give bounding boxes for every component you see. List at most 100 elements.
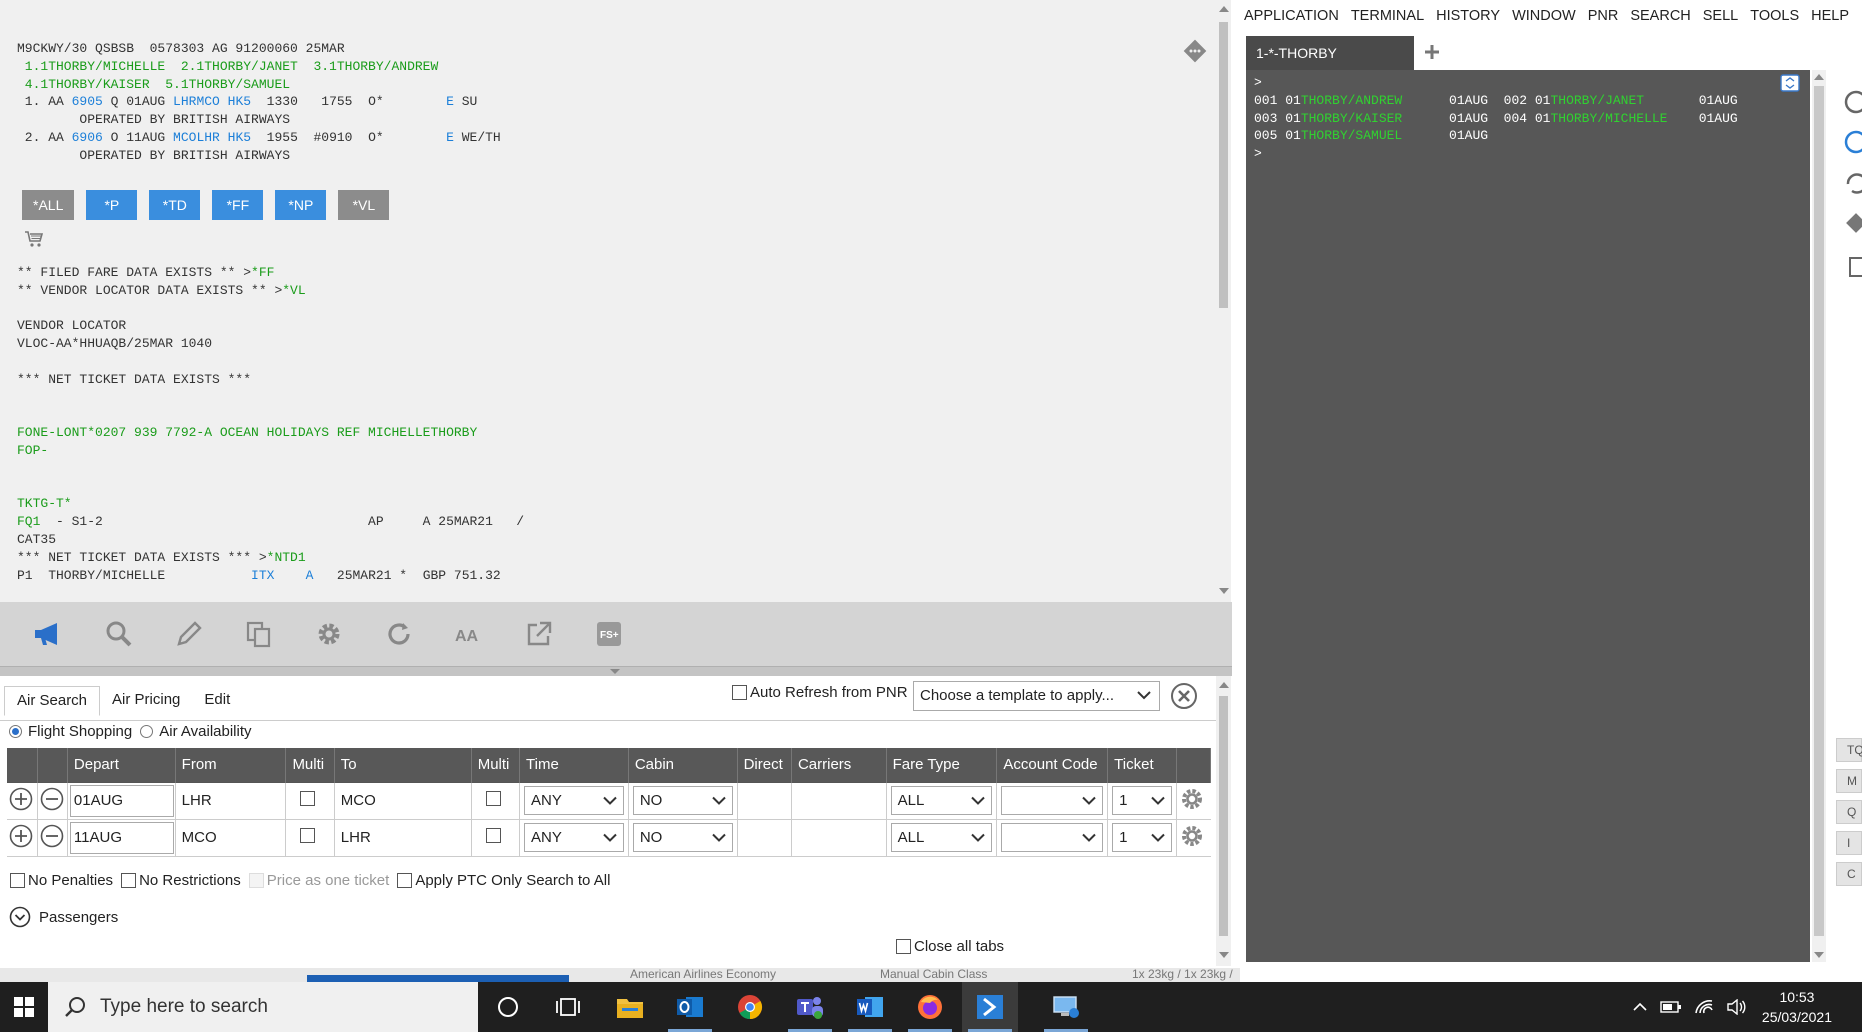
no-penalties-option[interactable]: No Penalties	[10, 872, 113, 889]
tab-air-search[interactable]: Air Search	[4, 686, 101, 716]
multi-to-checkbox[interactable]	[485, 791, 501, 806]
scroll-to-top-icon[interactable]	[1780, 74, 1800, 97]
flight-shopping-radio[interactable]	[9, 725, 22, 738]
scroll-up-arrow[interactable]	[1219, 682, 1229, 688]
multi-to-checkbox[interactable]	[485, 828, 501, 843]
left-terminal[interactable]: M9CKWY/30 QSBSB 0578303 AG 91200060 25MA…	[0, 0, 1222, 602]
remove-row-button[interactable]	[37, 819, 68, 857]
to-input[interactable]: MCO	[334, 781, 472, 820]
close-all-tabs-option[interactable]: Close all tabs	[896, 938, 1004, 955]
menu-window[interactable]: WINDOW	[1512, 8, 1576, 24]
row-settings-button[interactable]	[1176, 781, 1211, 820]
external-link-icon[interactable]	[504, 602, 574, 666]
panel-scrollbar[interactable]	[1216, 676, 1231, 966]
command-button-all[interactable]: *ALL	[22, 190, 75, 220]
carriers-input[interactable]	[791, 781, 887, 820]
chrome-icon[interactable]	[722, 982, 778, 1032]
teams-icon[interactable]	[782, 982, 838, 1032]
taskbar-search[interactable]: Type here to search	[48, 982, 478, 1032]
no-penalties-checkbox[interactable]	[10, 873, 25, 888]
document-icon[interactable]	[1849, 257, 1862, 277]
header-to[interactable]: To	[334, 748, 472, 782]
battery-icon[interactable]	[1660, 1000, 1682, 1014]
from-input[interactable]: MCO	[175, 819, 287, 857]
menu-sell[interactable]: SELL	[1703, 8, 1738, 24]
apply-ptc-option[interactable]: Apply PTC Only Search to All	[397, 872, 610, 889]
side-tab[interactable]: Q	[1836, 800, 1862, 824]
menu-tools[interactable]: TOOLS	[1750, 8, 1799, 24]
menu-application[interactable]: APPLICATION	[1244, 8, 1339, 24]
add-tab-button[interactable]	[1424, 40, 1440, 66]
ticket-select[interactable]: 1	[1112, 823, 1172, 852]
task-view-icon[interactable]	[540, 982, 596, 1032]
side-tab[interactable]: M	[1836, 769, 1862, 793]
template-select[interactable]: Choose a template to apply...	[913, 681, 1160, 711]
pencil-icon[interactable]	[154, 602, 224, 666]
menu-search[interactable]: SEARCH	[1630, 8, 1690, 24]
fs-icon[interactable]: FS+	[574, 602, 644, 666]
menu-help[interactable]: HELP	[1811, 8, 1849, 24]
header-cabin[interactable]: Cabin	[628, 748, 738, 782]
scroll-down-arrow[interactable]	[1219, 952, 1229, 958]
refresh-icon[interactable]	[364, 602, 434, 666]
account-code-select[interactable]	[1001, 786, 1104, 815]
wifi-icon[interactable]	[1694, 999, 1714, 1015]
menu-pnr[interactable]: PNR	[1588, 8, 1619, 24]
add-row-button[interactable]	[7, 781, 38, 820]
cortana-icon[interactable]	[480, 982, 536, 1032]
chevron-up-icon[interactable]	[1632, 1001, 1648, 1013]
firefox-icon[interactable]	[902, 982, 958, 1032]
command-button-vl[interactable]: *VL	[338, 190, 390, 220]
depart-input[interactable]: 01AUG	[69, 784, 174, 817]
terminal-scrollbar[interactable]	[1812, 70, 1826, 962]
remove-row-button[interactable]	[37, 781, 68, 820]
outlook-icon[interactable]	[662, 982, 718, 1032]
scroll-up-arrow[interactable]	[1219, 6, 1229, 12]
menu-terminal[interactable]: TERMINAL	[1351, 8, 1424, 24]
no-restrictions-checkbox[interactable]	[121, 873, 137, 888]
refresh-icon[interactable]	[1846, 173, 1862, 194]
header-depart[interactable]: Depart	[67, 748, 176, 782]
depart-cell[interactable]: 11AUG	[67, 819, 176, 857]
file-explorer-icon[interactable]	[602, 982, 658, 1032]
header-time[interactable]: Time	[519, 748, 629, 782]
to-input[interactable]: LHR	[334, 819, 472, 857]
megaphone-icon[interactable]	[14, 602, 84, 666]
fare-type-select[interactable]: ALL	[890, 786, 993, 815]
side-tab[interactable]: I	[1836, 831, 1862, 855]
tag-icon[interactable]	[1846, 213, 1862, 233]
header-account-code[interactable]: Account Code	[996, 748, 1109, 782]
account-code-select[interactable]	[1001, 823, 1104, 852]
volume-icon[interactable]	[1726, 999, 1746, 1015]
tab-air-pricing[interactable]: Air Pricing	[100, 686, 192, 716]
menu-history[interactable]: HISTORY	[1436, 8, 1500, 24]
header-multi-from[interactable]: Multi	[285, 748, 335, 782]
header-direct[interactable]: Direct	[737, 748, 792, 782]
close-panel-button[interactable]	[1170, 682, 1198, 715]
start-button[interactable]	[0, 982, 48, 1032]
from-input[interactable]: LHR	[175, 781, 287, 820]
direct-cell[interactable]	[737, 819, 792, 857]
word-icon[interactable]	[842, 982, 898, 1032]
tab-edit[interactable]: Edit	[192, 686, 242, 716]
time-select[interactable]: ANY	[524, 786, 624, 815]
apply-ptc-checkbox[interactable]	[397, 873, 413, 888]
carriers-input[interactable]	[791, 819, 887, 857]
air-availability-radio[interactable]	[140, 725, 154, 738]
auto-refresh-checkbox[interactable]	[732, 685, 747, 700]
time-select[interactable]: ANY	[524, 823, 624, 852]
font-size-icon[interactable]: AA	[434, 602, 504, 666]
sabre-icon[interactable]	[962, 982, 1018, 1032]
side-tab[interactable]: TQ	[1836, 738, 1862, 762]
side-tab[interactable]: C	[1836, 862, 1862, 886]
close-all-tabs-checkbox[interactable]	[896, 939, 911, 954]
clock[interactable]: 10:53 25/03/2021	[1762, 987, 1832, 1027]
gear-icon[interactable]	[294, 602, 364, 666]
command-button-ff[interactable]: *FF	[212, 190, 264, 220]
multi-from-checkbox[interactable]	[300, 791, 316, 806]
passengers-expander[interactable]: Passengers	[9, 906, 118, 928]
depart-cell[interactable]: 01AUG	[67, 781, 176, 820]
add-row-button[interactable]	[7, 819, 38, 857]
copy-icon[interactable]	[224, 602, 294, 666]
header-fare-type[interactable]: Fare Type	[886, 748, 998, 782]
